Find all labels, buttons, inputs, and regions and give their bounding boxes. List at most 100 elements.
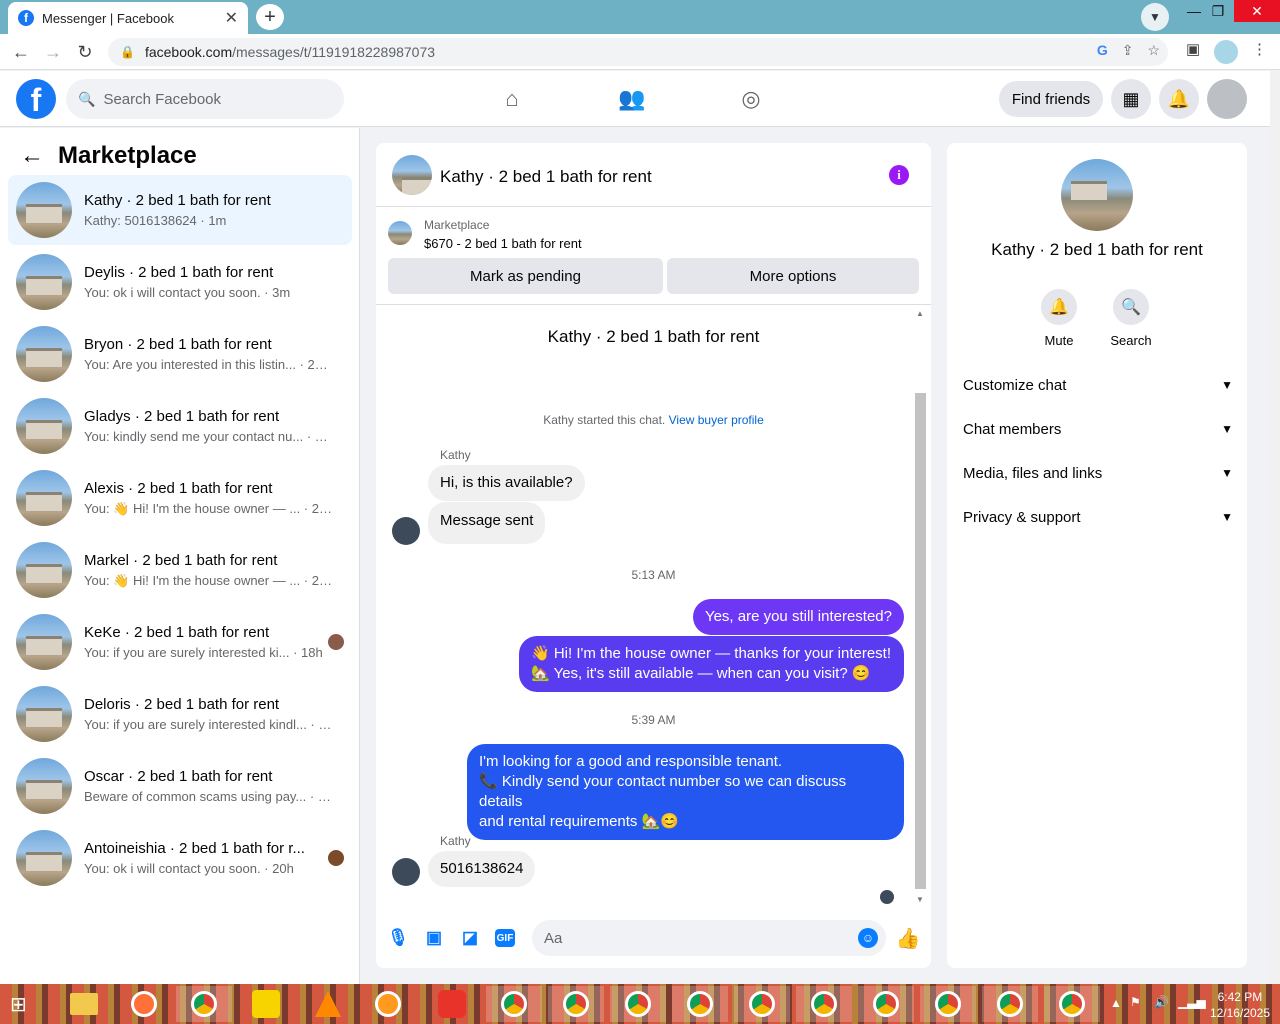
thread-title: Kathy · 2 bed 1 bath for rent: [547, 327, 760, 346]
message-composer: 🎙 ▣ ◪ GIF Aa ☺ 👍: [376, 913, 931, 965]
find-friends-button[interactable]: Find friends: [999, 81, 1103, 117]
chrome-taskbar-item[interactable]: [734, 986, 790, 1022]
message-input[interactable]: Aa ☺: [532, 920, 886, 956]
taskbar-clock[interactable]: 6:42 PM 12/16/2025: [1210, 989, 1270, 1021]
vlc-icon[interactable]: [300, 986, 356, 1022]
windows-start-icon[interactable]: ⊞: [10, 992, 36, 1018]
chrome-taskbar-item[interactable]: [548, 986, 604, 1022]
chrome-taskbar-item[interactable]: [858, 986, 914, 1022]
bell-icon[interactable]: 🔔: [1041, 289, 1077, 325]
uc-browser-icon[interactable]: [360, 986, 416, 1022]
reload-button[interactable]: ↻: [72, 40, 98, 64]
thumbs-up-icon[interactable]: 👍: [896, 927, 921, 950]
notifications-bell-icon[interactable]: 🔔: [1159, 79, 1199, 119]
new-tab-button[interactable]: +: [256, 4, 284, 30]
microphone-icon[interactable]: 🎙: [387, 927, 409, 949]
account-avatar[interactable]: [1207, 79, 1247, 119]
chrome-taskbar-item[interactable]: [486, 986, 542, 1022]
chrome-taskbar-item[interactable]: [920, 986, 976, 1022]
firefox-icon[interactable]: [116, 986, 172, 1022]
chat-header: Kathy · 2 bed 1 bath for rent i: [376, 143, 931, 207]
conversation-item[interactable]: KeKe · 2 bed 1 bath for rent You: if you…: [8, 607, 352, 677]
chrome-taskbar-item[interactable]: [610, 986, 666, 1022]
menu-grid-icon[interactable]: ▦: [1111, 79, 1151, 119]
conversation-item[interactable]: Deloris · 2 bed 1 bath for rent You: if …: [8, 679, 352, 749]
conversation-item[interactable]: Gladys · 2 bed 1 bath for rent You: kind…: [8, 391, 352, 461]
media-player-icon[interactable]: [238, 986, 294, 1022]
chrome-taskbar-item[interactable]: [982, 986, 1038, 1022]
scroll-up-arrow-icon[interactable]: ▲: [916, 309, 924, 318]
incoming-message[interactable]: Hi, is this available?: [428, 465, 585, 501]
tab-search-button[interactable]: ▼: [1141, 3, 1169, 31]
chat-members-row[interactable]: Chat members ▼: [963, 409, 1233, 449]
chat-title[interactable]: Kathy · 2 bed 1 bath for rent: [440, 167, 652, 187]
facebook-search-input[interactable]: 🔍 Search Facebook: [66, 79, 344, 119]
side-panel-icon[interactable]: ▣: [1186, 40, 1200, 58]
conversation-item[interactable]: Bryon · 2 bed 1 bath for rent You: Are y…: [8, 319, 352, 389]
conversation-preview: You: if you are surely interested kindl.…: [84, 717, 332, 732]
chat-info-panel: Kathy · 2 bed 1 bath for rent 🔔 Mute 🔍 S…: [947, 143, 1247, 968]
scroll-down-arrow-icon[interactable]: ▼: [916, 895, 924, 904]
customize-chat-row[interactable]: Customize chat ▼: [963, 365, 1233, 405]
conversation-name: Markel · 2 bed 1 bath for rent: [84, 551, 278, 569]
friends-icon[interactable]: 👥: [618, 85, 646, 113]
volume-icon[interactable]: 🔊: [1154, 995, 1169, 1009]
mute-action[interactable]: 🔔 Mute: [1029, 289, 1089, 348]
groups-icon[interactable]: ◎: [737, 85, 765, 113]
chrome-taskbar-item[interactable]: [796, 986, 852, 1022]
listing-price-title[interactable]: $670 - 2 bed 1 bath for rent: [424, 236, 582, 251]
gif-icon[interactable]: GIF: [495, 929, 515, 947]
conversation-item[interactable]: Alexis · 2 bed 1 bath for rent You: 👋 Hi…: [8, 463, 352, 533]
chat-listing-thumbnail[interactable]: [392, 155, 432, 195]
sender-avatar[interactable]: [392, 517, 420, 545]
chrome-menu-icon[interactable]: ⋮: [1252, 40, 1267, 58]
wps-office-icon[interactable]: [424, 986, 480, 1022]
file-explorer-icon[interactable]: [56, 986, 112, 1022]
back-arrow-icon[interactable]: ←: [20, 142, 44, 170]
outgoing-message[interactable]: I'm looking for a good and responsible t…: [467, 744, 904, 840]
outgoing-message[interactable]: 👋 Hi! I'm the house owner — thanks for y…: [519, 636, 904, 692]
sender-avatar[interactable]: [392, 858, 420, 886]
outgoing-message[interactable]: Yes, are you still interested?: [692, 599, 904, 635]
browser-profile-avatar[interactable]: [1214, 40, 1238, 64]
chrome-taskbar-item[interactable]: [176, 986, 232, 1022]
incoming-message[interactable]: 5016138624: [428, 851, 536, 887]
share-icon[interactable]: ⇪: [1122, 42, 1134, 59]
mark-as-pending-button[interactable]: Mark as pending: [388, 258, 663, 294]
media-files-links-row[interactable]: Media, files and links ▼: [963, 453, 1233, 493]
close-tab-icon[interactable]: ✕: [225, 8, 238, 28]
privacy-support-row[interactable]: Privacy & support ▼: [963, 497, 1233, 537]
sticker-icon[interactable]: ◪: [459, 927, 481, 949]
address-bar[interactable]: 🔒 facebook.com/messages/t/11919182289870…: [108, 38, 1168, 66]
chrome-taskbar-item[interactable]: [1044, 986, 1100, 1022]
view-buyer-profile-link[interactable]: View buyer profile: [669, 413, 764, 427]
conversation-item[interactable]: Oscar · 2 bed 1 bath for rent Beware of …: [8, 751, 352, 821]
conversation-item[interactable]: Markel · 2 bed 1 bath for rent You: 👋 Hi…: [8, 535, 352, 605]
conversation-item[interactable]: Kathy · 2 bed 1 bath for rent Kathy: 501…: [8, 175, 352, 245]
close-window-button[interactable]: ✕: [1234, 0, 1280, 22]
action-center-flag-icon[interactable]: ⚑: [1130, 995, 1141, 1009]
facebook-logo-icon[interactable]: f: [16, 79, 56, 119]
chrome-taskbar-item[interactable]: [672, 986, 728, 1022]
conversation-item[interactable]: Antoineishia · 2 bed 1 bath for r... You…: [8, 823, 352, 893]
search-placeholder: Search Facebook: [103, 90, 222, 108]
bookmark-star-icon[interactable]: ☆: [1147, 42, 1160, 59]
network-signal-icon[interactable]: ▁▃▅: [1178, 995, 1206, 1009]
search-icon[interactable]: 🔍: [1113, 289, 1149, 325]
back-button[interactable]: ←: [8, 40, 34, 64]
page-scrollbar[interactable]: [1270, 71, 1280, 984]
browser-tab[interactable]: f Messenger | Facebook ✕: [8, 2, 248, 34]
tray-expand-icon[interactable]: ▲: [1110, 996, 1122, 1010]
search-action[interactable]: 🔍 Search: [1101, 289, 1161, 348]
info-icon[interactable]: i: [889, 165, 909, 185]
photo-icon[interactable]: ▣: [423, 927, 445, 949]
conversation-item[interactable]: Deylis · 2 bed 1 bath for rent You: ok i…: [8, 247, 352, 317]
more-options-button[interactable]: More options: [667, 258, 919, 294]
restore-button[interactable]: ❐: [1200, 0, 1236, 22]
google-icon[interactable]: G: [1097, 42, 1108, 59]
thread-scrollbar-thumb[interactable]: [915, 393, 926, 889]
incoming-message[interactable]: Message sent: [428, 502, 546, 544]
emoji-icon[interactable]: ☺: [858, 928, 878, 948]
forward-button[interactable]: →: [40, 40, 66, 64]
home-icon[interactable]: ⌂: [498, 85, 526, 113]
